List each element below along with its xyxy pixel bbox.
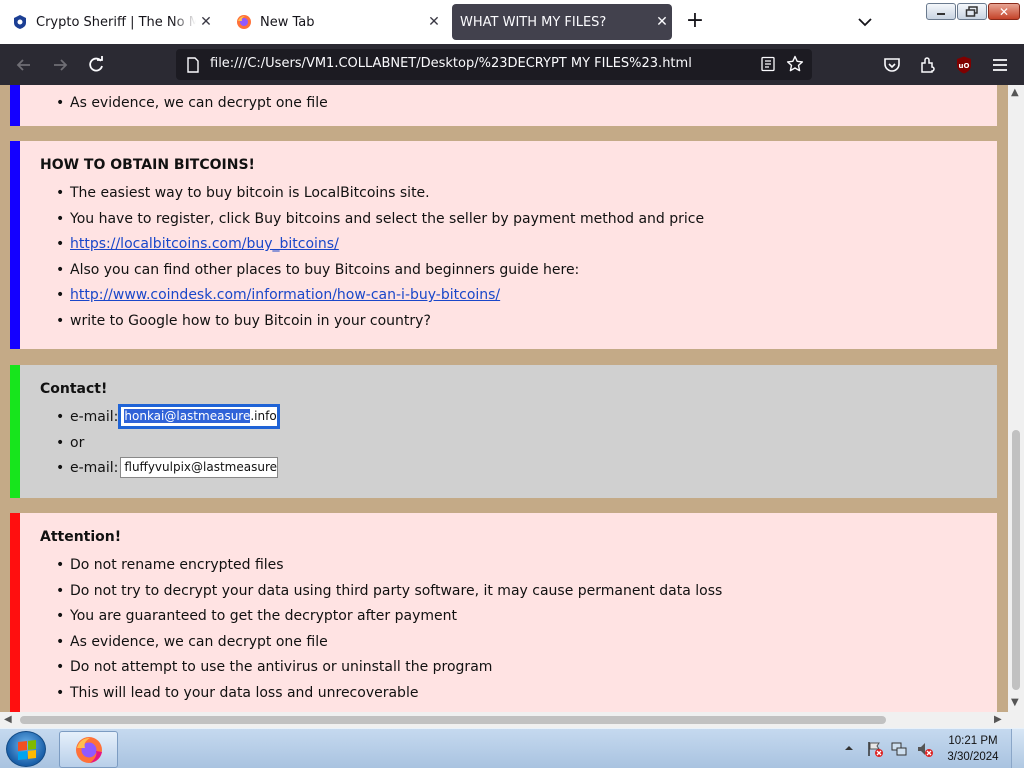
list-item: The easiest way to buy bitcoin is LocalB… bbox=[40, 181, 704, 207]
list-item: Do not attempt to use the antivirus or u… bbox=[40, 655, 722, 681]
horizontal-scroll-thumb[interactable] bbox=[20, 716, 886, 724]
tab-strip: Crypto Sheriff | The No More Ransom ✕ Ne… bbox=[0, 0, 1024, 44]
close-tab-icon[interactable]: ✕ bbox=[652, 12, 672, 32]
list-item: or bbox=[40, 431, 278, 457]
windows-logo-icon bbox=[18, 740, 36, 760]
show-desktop-button[interactable] bbox=[1011, 729, 1024, 768]
contact-list: e-mail:honkai@lastmeasure.info or e-mail… bbox=[40, 403, 281, 482]
close-window-button[interactable]: ✕ bbox=[988, 3, 1020, 20]
contact-box: Contact! e-mail:honkai@lastmeasure.info … bbox=[10, 365, 997, 498]
attention-list: Do not rename encrypted files Do not try… bbox=[40, 553, 722, 706]
scroll-left-arrow-icon[interactable]: ◀ bbox=[4, 714, 12, 725]
list-item: As evidence, we can decrypt one file bbox=[40, 91, 328, 117]
taskbar-firefox-button[interactable] bbox=[59, 731, 118, 768]
reload-icon[interactable] bbox=[86, 55, 106, 75]
list-item: You are guaranteed to get the decryptor … bbox=[40, 604, 722, 630]
coindesk-link[interactable]: http://www.coindesk.com/information/how-… bbox=[70, 287, 500, 303]
new-tab-plus-icon[interactable]: + bbox=[684, 10, 706, 33]
reader-view-icon[interactable] bbox=[760, 56, 776, 72]
tab-title: WHAT WITH MY FILES? bbox=[460, 14, 607, 30]
taskbar-clock[interactable]: 10:21 PM 3/30/2024 bbox=[940, 733, 1006, 765]
list-item: e-mail:honkai@lastmeasure.info bbox=[40, 403, 281, 431]
clock-date: 3/30/2024 bbox=[947, 751, 999, 763]
obtain-bitcoins-box: HOW TO OBTAIN BITCOINS! The easiest way … bbox=[10, 141, 997, 349]
chevron-down-icon[interactable] bbox=[854, 11, 876, 33]
start-button[interactable] bbox=[6, 731, 46, 767]
list-item: As evidence, we can decrypt one file bbox=[40, 630, 722, 656]
list-item: You have to register, click Buy bitcoins… bbox=[40, 207, 704, 233]
extensions-puzzle-icon[interactable] bbox=[918, 55, 938, 75]
selected-text: honkai@lastmeasure bbox=[124, 408, 251, 423]
vertical-scroll-thumb[interactable] bbox=[1012, 430, 1020, 690]
ublock-origin-icon[interactable]: uO bbox=[954, 55, 974, 75]
windows-taskbar: 10:21 PM 3/30/2024 bbox=[0, 728, 1024, 768]
email-field-2[interactable]: fluffyvulpix@lastmeasure.i bbox=[120, 456, 279, 478]
show-hidden-icons-arrow-icon[interactable] bbox=[844, 743, 854, 753]
horizontal-scrollbar[interactable]: ◀ ▶ bbox=[0, 712, 1024, 728]
pocket-icon[interactable] bbox=[882, 55, 902, 75]
svg-text:uO: uO bbox=[959, 62, 970, 70]
url-text: file:///C:/Users/VM1.COLLABNET/Desktop/%… bbox=[210, 56, 692, 71]
address-bar[interactable]: file:///C:/Users/VM1.COLLABNET/Desktop/%… bbox=[176, 49, 812, 80]
action-center-flag-icon[interactable] bbox=[866, 740, 884, 758]
close-tab-icon[interactable]: ✕ bbox=[196, 12, 216, 32]
system-tray bbox=[842, 739, 938, 759]
list-item: Do not try to decrypt your data using th… bbox=[40, 579, 722, 605]
hamburger-menu-icon[interactable] bbox=[990, 55, 1010, 75]
tab-title: Crypto Sheriff | The No More Ransom bbox=[36, 14, 196, 30]
section-heading: Attention! bbox=[40, 529, 122, 545]
list-item: http://www.coindesk.com/information/how-… bbox=[40, 283, 704, 309]
list-item: e-mail:fluffyvulpix@lastmeasure.i bbox=[40, 456, 279, 482]
network-icon[interactable] bbox=[890, 740, 908, 758]
bookmark-star-icon[interactable] bbox=[786, 55, 804, 73]
tab-title: New Tab bbox=[260, 14, 315, 30]
section-heading: Contact! bbox=[40, 381, 108, 397]
page-icon bbox=[187, 57, 199, 73]
close-tab-icon[interactable]: ✕ bbox=[424, 12, 444, 32]
scroll-up-arrow-icon[interactable]: ▲ bbox=[1011, 87, 1019, 98]
tab-new-tab[interactable]: New Tab ✕ bbox=[232, 4, 444, 40]
tab-crypto-sheriff[interactable]: Crypto Sheriff | The No More Ransom ✕ bbox=[8, 4, 216, 40]
vertical-scrollbar[interactable]: ▲ ▼ bbox=[1008, 85, 1024, 712]
evidence-list: As evidence, we can decrypt one file bbox=[40, 91, 328, 117]
firefox-icon bbox=[237, 15, 251, 29]
section-heading: HOW TO OBTAIN BITCOINS! bbox=[40, 157, 255, 173]
navigation-toolbar: file:///C:/Users/VM1.COLLABNET/Desktop/%… bbox=[0, 44, 1024, 85]
email-field-1[interactable]: honkai@lastmeasure.info bbox=[118, 403, 281, 429]
shield-icon bbox=[14, 15, 26, 29]
volume-muted-icon[interactable] bbox=[916, 740, 934, 758]
email-label: e-mail: bbox=[70, 460, 119, 476]
evidence-box: As evidence, we can decrypt one file bbox=[10, 85, 997, 126]
unselected-text: .info bbox=[250, 408, 277, 423]
scroll-right-arrow-icon[interactable]: ▶ bbox=[994, 714, 1002, 725]
list-item: Do not rename encrypted files bbox=[40, 553, 722, 579]
localbitcoins-link[interactable]: https://localbitcoins.com/buy_bitcoins/ bbox=[70, 236, 339, 252]
email-label: e-mail: bbox=[70, 409, 119, 425]
forward-arrow-icon[interactable] bbox=[50, 55, 70, 75]
restore-button[interactable] bbox=[957, 3, 987, 20]
attention-box: Attention! Do not rename encrypted files… bbox=[10, 513, 997, 712]
obtain-list: The easiest way to buy bitcoin is LocalB… bbox=[40, 181, 704, 334]
list-item: This will lead to your data loss and unr… bbox=[40, 681, 722, 707]
minimize-button[interactable] bbox=[926, 3, 956, 20]
list-item: write to Google how to buy Bitcoin in yo… bbox=[40, 309, 704, 335]
tab-what-with-my-files[interactable]: WHAT WITH MY FILES? ✕ bbox=[452, 4, 672, 40]
page-viewport: As evidence, we can decrypt one file HOW… bbox=[0, 85, 1008, 712]
clock-time: 10:21 PM bbox=[948, 735, 998, 747]
back-arrow-icon[interactable] bbox=[14, 55, 34, 75]
list-item: Also you can find other places to buy Bi… bbox=[40, 258, 704, 284]
firefox-icon bbox=[75, 736, 102, 763]
list-item: https://localbitcoins.com/buy_bitcoins/ bbox=[40, 232, 704, 258]
scroll-down-arrow-icon[interactable]: ▼ bbox=[1011, 697, 1019, 708]
